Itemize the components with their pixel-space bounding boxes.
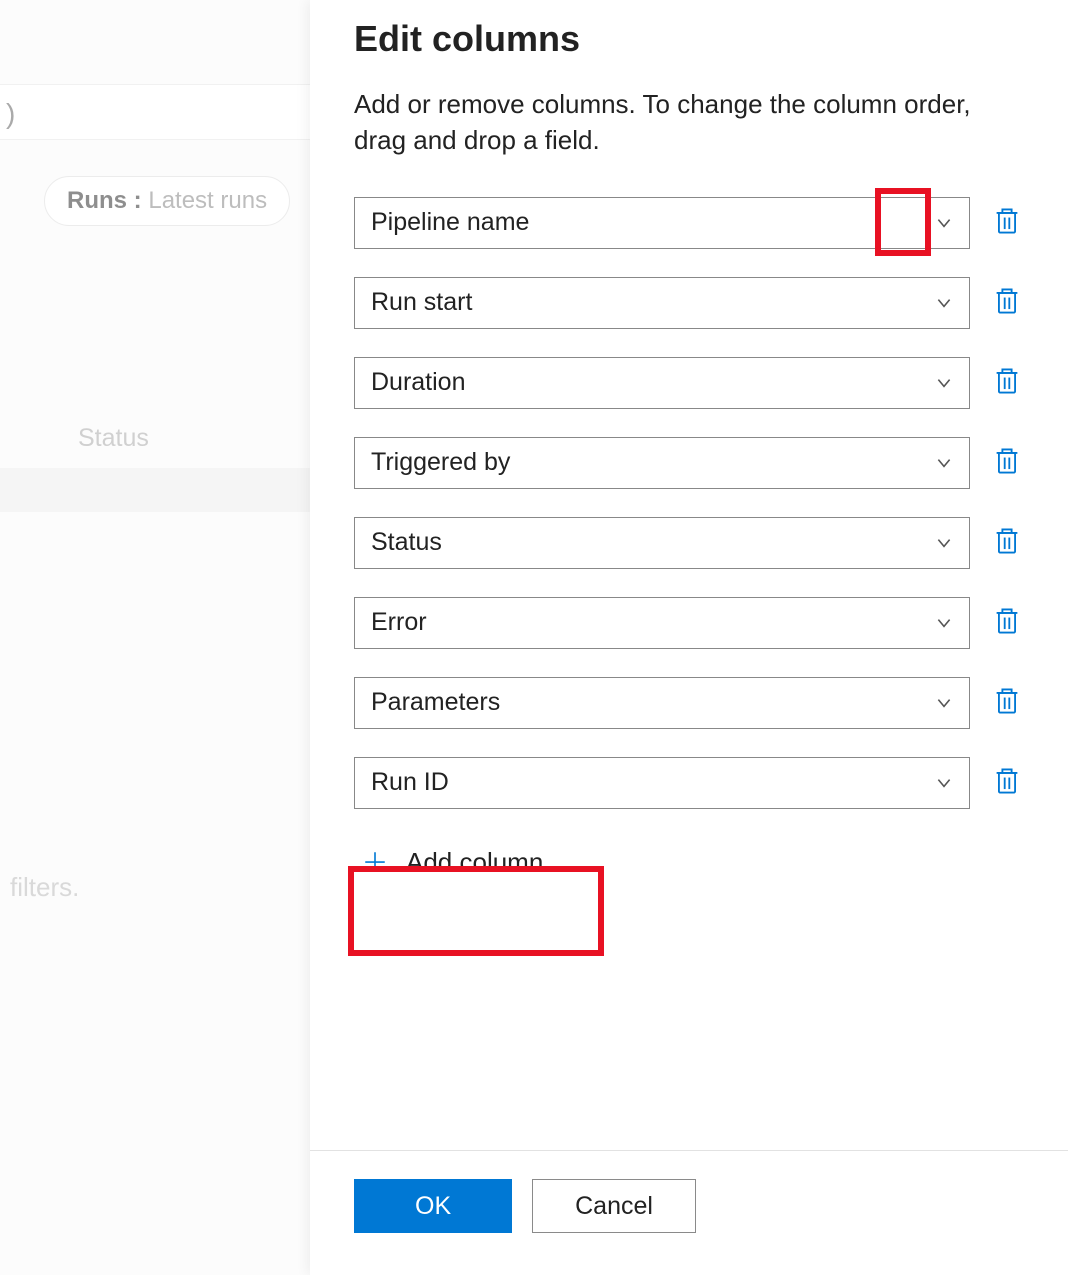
- chevron-down-icon: [935, 614, 953, 632]
- column-row: Status: [354, 517, 1024, 569]
- column-select-label: Duration: [371, 368, 466, 397]
- trash-icon: [993, 286, 1021, 319]
- column-select[interactable]: Error: [354, 597, 970, 649]
- delete-column-button[interactable]: [990, 446, 1024, 480]
- runs-filter-pill: Runs : Latest runs: [44, 176, 290, 226]
- column-row: Parameters: [354, 677, 1024, 729]
- chevron-down-icon: [935, 454, 953, 472]
- column-select-label: Status: [371, 528, 442, 557]
- trash-icon: [993, 526, 1021, 559]
- column-select-label: Error: [371, 608, 427, 637]
- background-close-paren: ): [6, 98, 15, 130]
- runs-pill-value: Latest runs: [142, 187, 267, 214]
- column-select[interactable]: Parameters: [354, 677, 970, 729]
- trash-icon: [993, 606, 1021, 639]
- status-column-label: Status: [78, 424, 149, 453]
- trash-icon: [993, 446, 1021, 479]
- chevron-down-icon: [935, 694, 953, 712]
- column-select[interactable]: Status: [354, 517, 970, 569]
- column-select-label: Run start: [371, 288, 472, 317]
- trash-icon: [993, 766, 1021, 799]
- panel-title: Edit columns: [354, 18, 1024, 60]
- delete-column-button[interactable]: [990, 686, 1024, 720]
- trash-icon: [993, 366, 1021, 399]
- column-row: Duration: [354, 357, 1024, 409]
- column-row: Error: [354, 597, 1024, 649]
- column-select[interactable]: Run start: [354, 277, 970, 329]
- column-select-label: Triggered by: [371, 448, 510, 477]
- delete-column-button[interactable]: [990, 526, 1024, 560]
- delete-column-button[interactable]: [990, 286, 1024, 320]
- column-select[interactable]: Triggered by: [354, 437, 970, 489]
- runs-pill-label: Runs :: [67, 187, 142, 214]
- panel-footer: OK Cancel: [310, 1150, 1068, 1233]
- column-row: Pipeline name: [354, 197, 1024, 249]
- filters-text-fragment: filters.: [10, 872, 79, 903]
- delete-column-button[interactable]: [990, 606, 1024, 640]
- add-column-label: Add column: [406, 847, 543, 878]
- column-select[interactable]: Duration: [354, 357, 970, 409]
- edit-columns-panel: Edit columns Add or remove columns. To c…: [310, 0, 1068, 1275]
- column-row: Run start: [354, 277, 1024, 329]
- trash-icon: [993, 206, 1021, 239]
- chevron-down-icon: [935, 374, 953, 392]
- chevron-down-icon: [935, 294, 953, 312]
- delete-column-button[interactable]: [990, 366, 1024, 400]
- column-select[interactable]: Pipeline name: [354, 197, 970, 249]
- background-toolbar: [0, 84, 310, 140]
- chevron-down-icon: [935, 774, 953, 792]
- background-underlay: ) Runs : Latest runs Status filters.: [0, 0, 310, 1275]
- delete-column-button[interactable]: [990, 206, 1024, 240]
- column-row: Run ID: [354, 757, 1024, 809]
- chevron-down-icon: [935, 534, 953, 552]
- column-row: Triggered by: [354, 437, 1024, 489]
- panel-description: Add or remove columns. To change the col…: [354, 86, 1024, 159]
- cancel-button[interactable]: Cancel: [532, 1179, 696, 1233]
- column-select-label: Run ID: [371, 768, 449, 797]
- column-select-label: Pipeline name: [371, 208, 529, 237]
- delete-column-button[interactable]: [990, 766, 1024, 800]
- background-row-strip: [0, 468, 310, 512]
- columns-list: Pipeline name Run start Duration Triggered …: [354, 197, 1024, 809]
- add-column-button[interactable]: Add column: [354, 837, 551, 888]
- column-select-label: Parameters: [371, 688, 500, 717]
- column-select[interactable]: Run ID: [354, 757, 970, 809]
- plus-icon: [362, 849, 388, 875]
- chevron-down-icon: [935, 214, 953, 232]
- ok-button[interactable]: OK: [354, 1179, 512, 1233]
- trash-icon: [993, 686, 1021, 719]
